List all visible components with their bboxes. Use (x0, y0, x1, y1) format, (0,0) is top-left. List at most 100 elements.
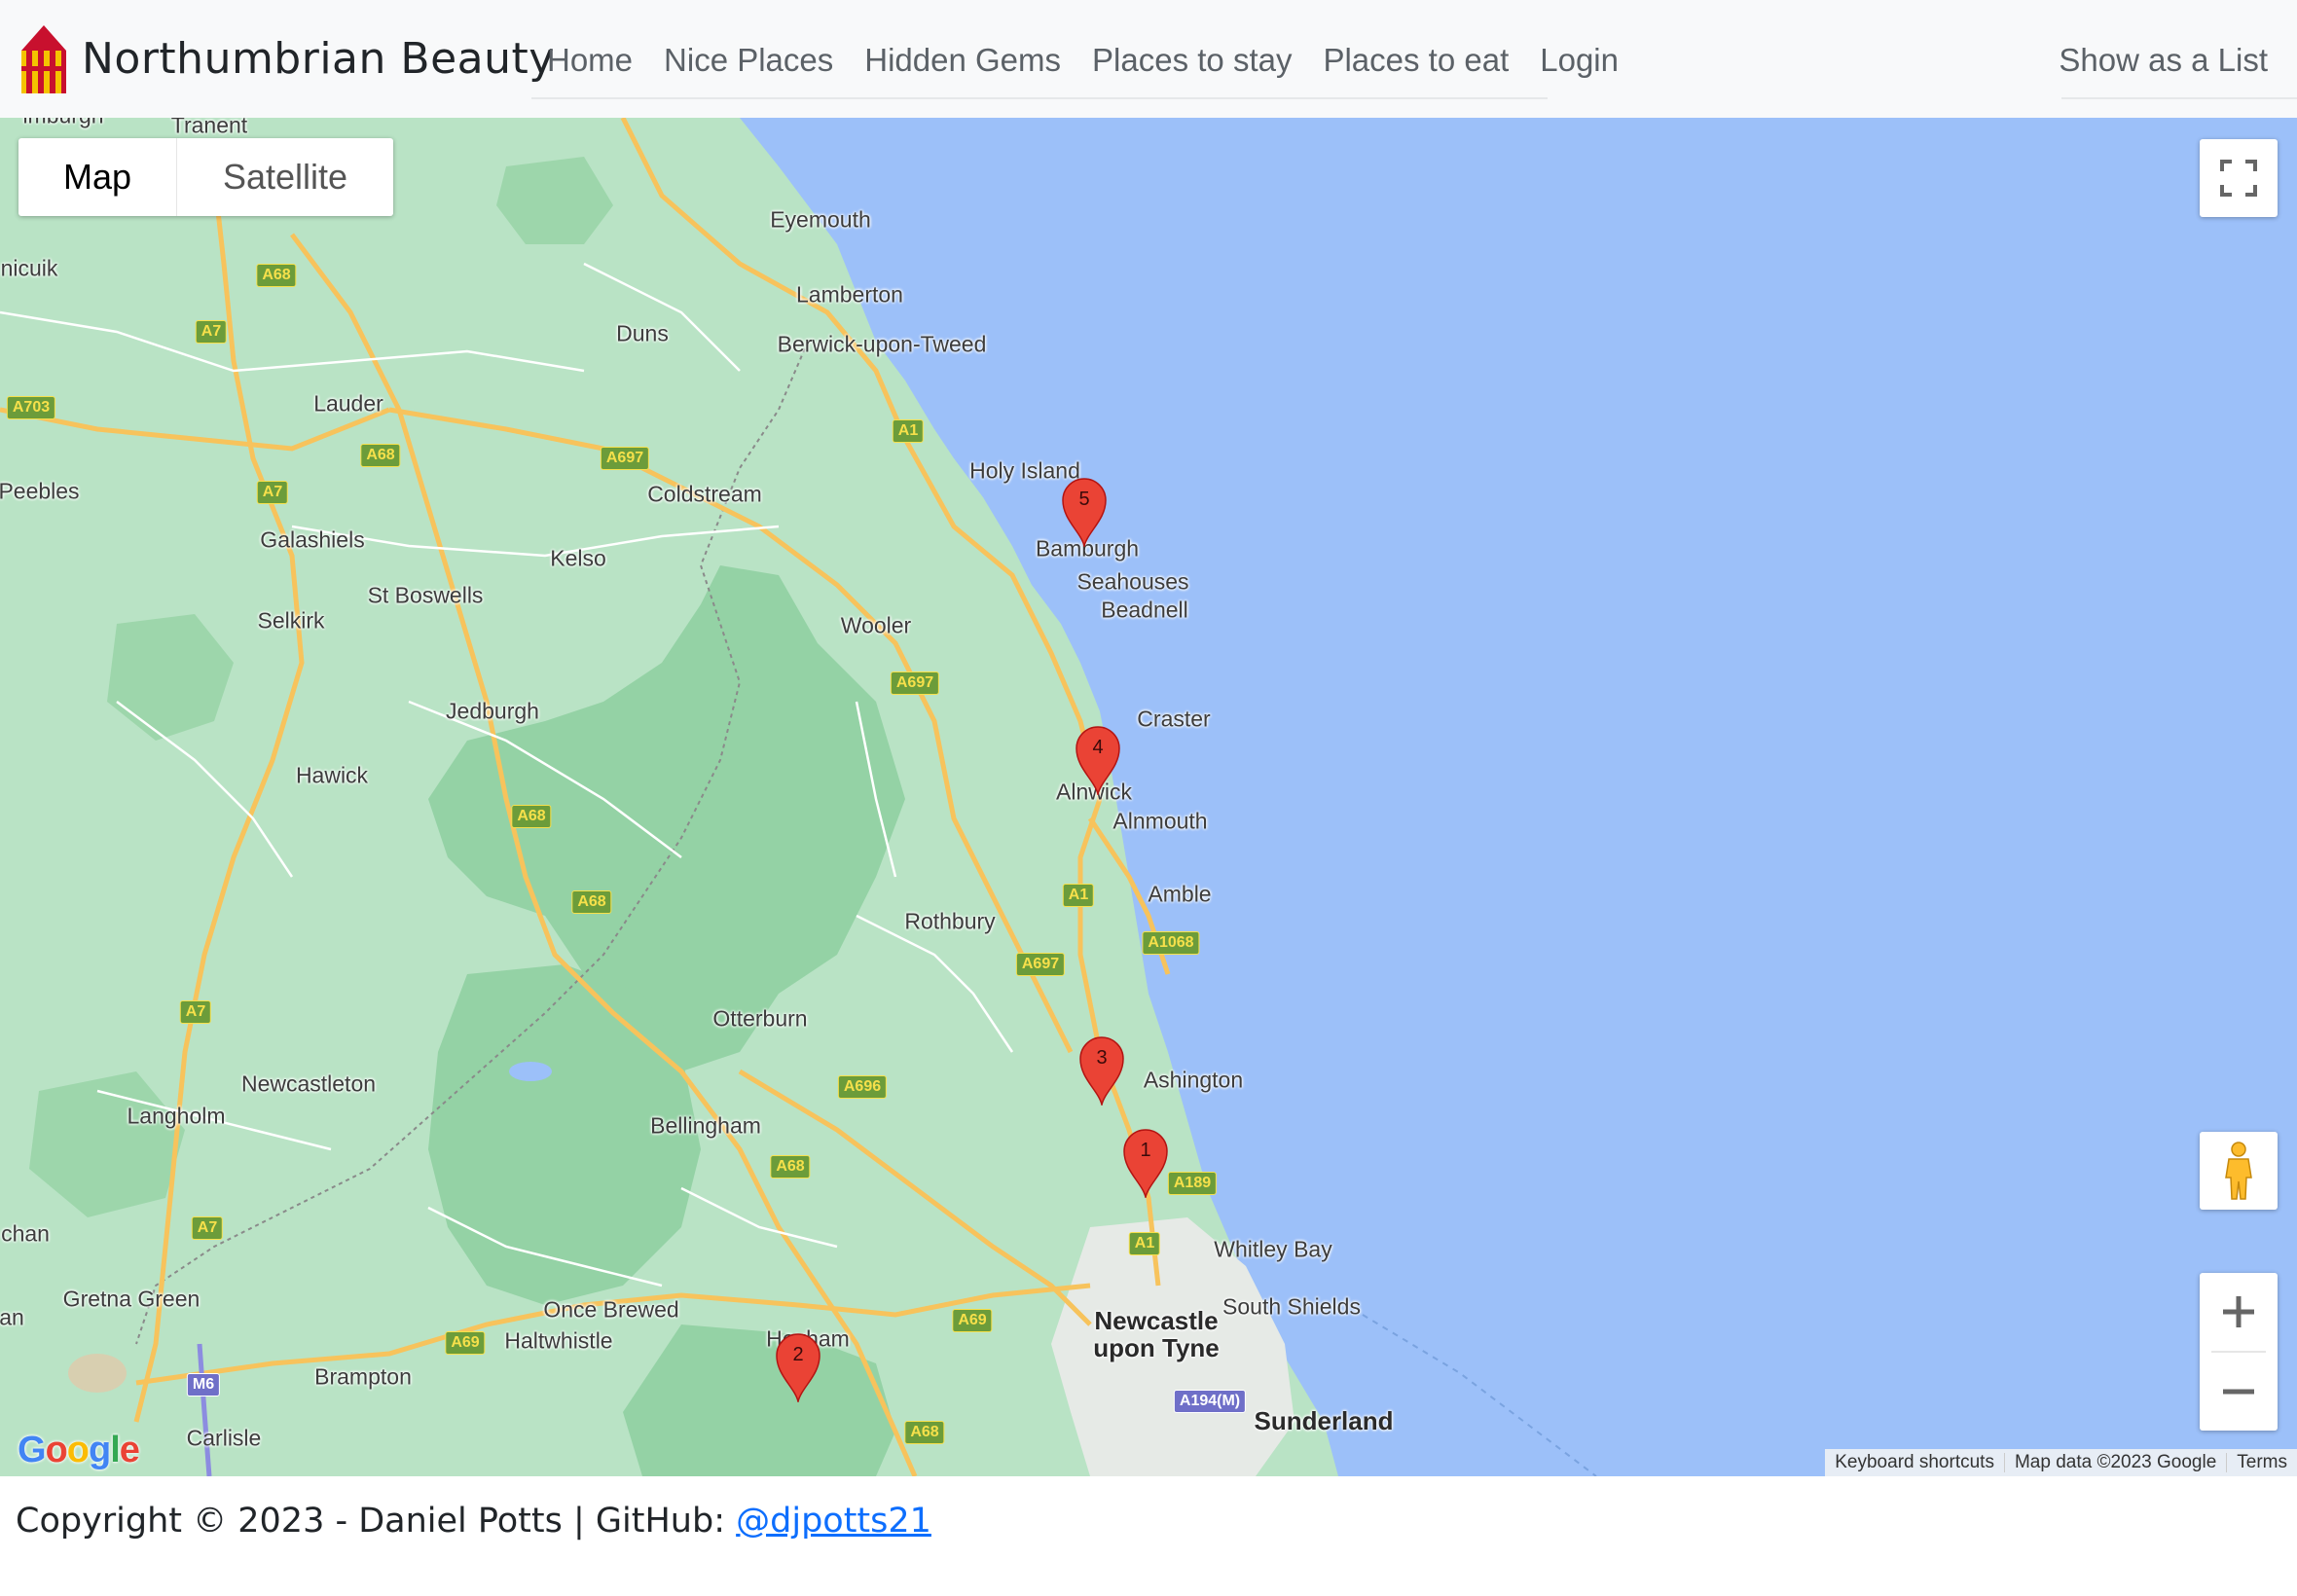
copyright-text: Copyright © 2023 - Daniel Potts | GitHub… (16, 1502, 737, 1541)
road-a69: A69 (445, 1331, 486, 1355)
nav-places-to-eat[interactable]: Places to eat (1307, 42, 1524, 79)
fullscreen-button[interactable] (2200, 139, 2278, 217)
label-alnmouth: Alnmouth (1112, 808, 1208, 834)
nav-places-to-stay[interactable]: Places to stay (1076, 42, 1307, 79)
street-view-pegman-button[interactable] (2200, 1132, 2278, 1210)
zoom-in-button[interactable] (2200, 1273, 2278, 1351)
label-hawick: Hawick (295, 762, 369, 788)
northumberland-flag-logo-icon (21, 25, 66, 93)
label-kelso: Kelso (550, 545, 606, 571)
map-type-map-button[interactable]: Map (18, 138, 177, 216)
map-pin-icon (776, 1333, 820, 1404)
marker-label: 2 (792, 1344, 804, 1365)
google-logo[interactable]: Google (18, 1430, 140, 1471)
label-once-brewed: Once Brewed (543, 1296, 679, 1323)
label-gretna-green: Gretna Green (62, 1286, 201, 1312)
road-a1: A1 (1062, 884, 1095, 907)
road-a68: A68 (770, 1155, 811, 1179)
road-a7: A7 (179, 1000, 212, 1024)
map-pin-icon (1076, 726, 1120, 797)
map-marker-4[interactable]: 4 (1073, 723, 1123, 797)
plus-icon (2223, 1296, 2254, 1327)
nav-home[interactable]: Home (531, 42, 648, 79)
label-duns: Duns (616, 320, 669, 346)
footer: Copyright © 2023 - Daniel Potts | GitHub… (0, 1476, 2297, 1596)
road-a7: A7 (256, 481, 289, 504)
marker-label: 4 (1092, 737, 1104, 758)
label-selkirk: Selkirk (257, 607, 325, 634)
road-a7: A7 (191, 1216, 224, 1240)
label-lamberton: Lamberton (796, 281, 903, 308)
label-wooler: Wooler (840, 612, 912, 638)
label-ashington: Ashington (1143, 1067, 1244, 1093)
road-a697: A697 (890, 671, 940, 695)
terms-link[interactable]: Terms (2227, 1449, 2297, 1476)
keyboard-shortcuts-link[interactable]: Keyboard shortcuts (1825, 1449, 2004, 1476)
navbar: Northumbrian Beauty Home Nice Places Hid… (0, 0, 2297, 118)
road-a194m: A194(M) (1173, 1390, 1247, 1413)
road-a697: A697 (600, 447, 650, 470)
label-rothbury: Rothbury (904, 908, 996, 934)
road-a1: A1 (892, 419, 925, 443)
pegman-icon (2225, 1142, 2252, 1200)
map-marker-3[interactable]: 3 (1076, 1034, 1127, 1107)
label-st-boswells: St Boswells (367, 582, 484, 608)
road-a1068: A1068 (1142, 931, 1200, 955)
road-a697: A697 (1015, 953, 1066, 976)
github-link[interactable]: @djpotts21 (736, 1502, 931, 1541)
label-seahouses: Seahouses (1076, 568, 1189, 595)
label-berwick: Berwick-upon-Tweed (777, 331, 987, 357)
label-annan: an (0, 1304, 24, 1330)
label-lauder: Lauder (313, 390, 383, 417)
nav-nice-places[interactable]: Nice Places (648, 42, 849, 79)
label-brampton: Brampton (314, 1363, 412, 1390)
map-pin-icon (1062, 478, 1107, 549)
label-south-shields: South Shields (1222, 1293, 1361, 1320)
label-otterburn: Otterburn (712, 1005, 808, 1032)
nav-login[interactable]: Login (1524, 42, 1634, 79)
minus-icon (2223, 1389, 2254, 1395)
map-type-satellite-button[interactable]: Satellite (177, 138, 393, 216)
marker-label: 3 (1096, 1047, 1108, 1069)
label-edinburgh: imburgh (22, 118, 103, 129)
map-marker-5[interactable]: 5 (1059, 475, 1110, 549)
label-sunderland: Sunderland (1254, 1406, 1394, 1435)
main-nav: Home Nice Places Hidden Gems Places to s… (531, 23, 1619, 99)
map-marker-2[interactable]: 2 (773, 1330, 823, 1404)
brand-name: Northumbrian Beauty (82, 33, 555, 84)
show-as-list-link[interactable]: Show as a List (2043, 42, 2297, 79)
road-a68: A68 (511, 805, 552, 828)
map-canvas[interactable]: Tranent Eyemouth Lamberton Duns Berwick-… (0, 118, 2297, 1476)
zoom-out-button[interactable] (2200, 1353, 2278, 1431)
brand[interactable]: Northumbrian Beauty (18, 21, 555, 95)
label-amble: Amble (1148, 881, 1212, 907)
label-galashiels: Galashiels (260, 526, 365, 553)
road-a189: A189 (1167, 1172, 1218, 1195)
label-newcastle: Newcastle upon Tyne (1093, 1306, 1220, 1362)
label-craster: Craster (1137, 706, 1211, 732)
map-tiles (0, 118, 2297, 1476)
label-jedburgh: Jedburgh (446, 698, 539, 724)
map-pin-icon (1079, 1036, 1124, 1107)
nav-hidden-gems[interactable]: Hidden Gems (849, 42, 1076, 79)
label-haltwhistle: Haltwhistle (504, 1327, 613, 1354)
map-data-text: Map data ©2023 Google (2014, 1452, 2217, 1472)
label-whitley-bay: Whitley Bay (1214, 1236, 1332, 1262)
marker-label: 5 (1078, 489, 1090, 510)
road-a68: A68 (571, 890, 612, 914)
label-carlisle: Carlisle (186, 1425, 262, 1451)
road-a7: A7 (195, 320, 228, 344)
map-marker-1[interactable]: 1 (1120, 1126, 1171, 1200)
road-a68: A68 (360, 444, 401, 467)
map-attribution: Keyboard shortcuts Map data ©2023 Google… (1825, 1449, 2297, 1476)
map-type-control: Map Satellite (18, 138, 393, 216)
road-a703: A703 (6, 396, 56, 419)
label-langholm: Langholm (127, 1103, 226, 1129)
zoom-control (2200, 1273, 2278, 1431)
road-m6: M6 (186, 1373, 221, 1396)
road-a1: A1 (1128, 1232, 1161, 1255)
road-a696: A696 (837, 1075, 888, 1099)
label-peebles: Peebles (0, 478, 80, 504)
label-beadnell: Beadnell (1101, 597, 1188, 623)
label-penicuik: nicuik (0, 255, 58, 281)
